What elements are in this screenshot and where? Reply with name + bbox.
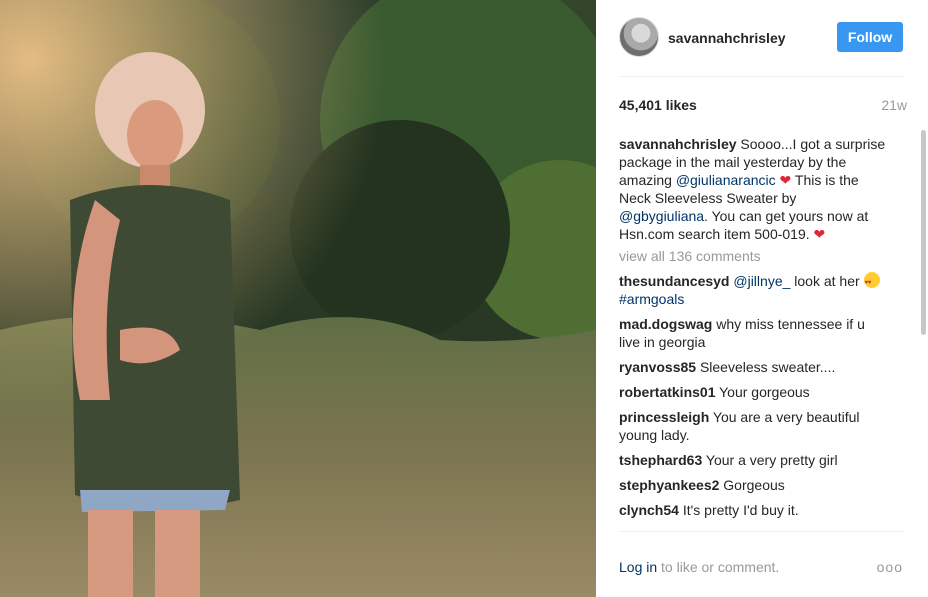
comment: stephyankees2 Gorgeous bbox=[619, 476, 887, 494]
comment: tshephard63 Your a very pretty girl bbox=[619, 451, 887, 469]
comment-text: Your a very pretty girl bbox=[702, 452, 838, 468]
comment: robertatkins01 Your gorgeous bbox=[619, 383, 887, 401]
comment-hashtag[interactable]: #armgoals bbox=[619, 291, 684, 307]
view-all-comments-link[interactable]: view all 136 comments bbox=[619, 247, 887, 265]
post-photo[interactable] bbox=[0, 0, 596, 597]
comment: princessleigh You are a very beautiful y… bbox=[619, 408, 887, 444]
post-view: savannahchrisley Follow 45,401 likes 21w… bbox=[0, 0, 928, 597]
follow-button[interactable]: Follow bbox=[837, 22, 903, 52]
comment-username[interactable]: robertatkins01 bbox=[619, 384, 715, 400]
caption-mention-2[interactable]: @gbygiuliana bbox=[619, 208, 704, 224]
likes-row: 45,401 likes 21w bbox=[619, 97, 907, 113]
comment-username[interactable]: ryanvoss85 bbox=[619, 359, 696, 375]
caption-username[interactable]: savannahchrisley bbox=[619, 136, 737, 152]
comment-text: It's pretty I'd buy it. bbox=[678, 502, 799, 518]
comment-mention[interactable]: @jillnye_ bbox=[733, 273, 790, 289]
comment-username[interactable]: tshephard63 bbox=[619, 452, 702, 468]
comments-list[interactable]: savannahchrisley Soooo...I got a surpris… bbox=[619, 135, 887, 527]
comment-text: Sleeveless sweater.... bbox=[696, 359, 836, 375]
comment-username[interactable]: thesundancesyd bbox=[619, 273, 729, 289]
comment-text: look at her bbox=[790, 273, 864, 289]
caption-mention-1[interactable]: @giulianarancic bbox=[676, 172, 776, 188]
post-author-username[interactable]: savannahchrisley bbox=[668, 30, 786, 46]
likes-count[interactable]: 45,401 likes bbox=[619, 97, 697, 113]
comment-username[interactable]: princessleigh bbox=[619, 409, 709, 425]
comment-username[interactable]: mad.dogswag bbox=[619, 316, 712, 332]
post-footer: Log in to like or comment. ooo bbox=[619, 531, 903, 597]
caption: savannahchrisley Soooo...I got a surpris… bbox=[619, 135, 887, 243]
comment: clynch54 It's pretty I'd buy it. bbox=[619, 501, 887, 519]
login-link[interactable]: Log in bbox=[619, 559, 657, 575]
post-header: savannahchrisley Follow bbox=[619, 15, 903, 77]
avatar[interactable] bbox=[619, 17, 659, 57]
comment-username[interactable]: stephyankees2 bbox=[619, 477, 719, 493]
post-side-panel: savannahchrisley Follow 45,401 likes 21w… bbox=[596, 0, 928, 597]
heart-icon: ❤ bbox=[813, 226, 826, 242]
heart-eyes-icon bbox=[863, 272, 880, 292]
comment: mad.dogswag why miss tennessee if u live… bbox=[619, 315, 887, 351]
more-options-icon[interactable]: ooo bbox=[877, 559, 903, 575]
post-age[interactable]: 21w bbox=[881, 97, 907, 113]
comment: thesundancesyd @jillnye_ look at her #ar… bbox=[619, 272, 887, 308]
heart-icon: ❤ bbox=[779, 172, 792, 188]
comments-scrollbar[interactable] bbox=[921, 130, 926, 335]
comment-text: Your gorgeous bbox=[715, 384, 810, 400]
comment-username[interactable]: clynch54 bbox=[619, 502, 679, 518]
login-prompt-text: to like or comment. bbox=[657, 559, 780, 575]
comment-text: Gorgeous bbox=[719, 477, 785, 493]
login-prompt: Log in to like or comment. bbox=[619, 559, 779, 575]
comment: ryanvoss85 Sleeveless sweater.... bbox=[619, 358, 887, 376]
post-photo-illustration bbox=[0, 0, 596, 597]
